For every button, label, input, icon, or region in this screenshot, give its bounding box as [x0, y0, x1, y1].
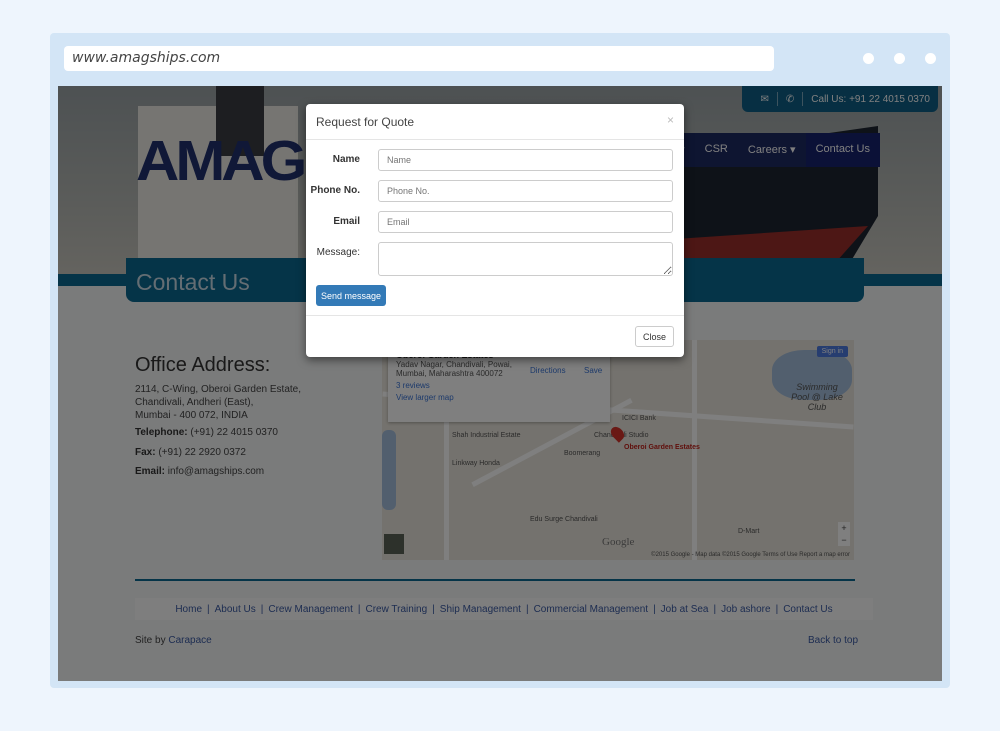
request-quote-modal: Request for Quote × Name Phone No. Email… [306, 104, 684, 357]
modal-title: Request for Quote [316, 115, 415, 129]
name-input[interactable] [378, 149, 673, 171]
window-dot-3[interactable] [925, 53, 936, 64]
email-label: Email [333, 216, 360, 227]
window-dot-2[interactable] [894, 53, 905, 64]
window-controls [863, 53, 936, 64]
modal-footer: Close [306, 315, 684, 357]
message-label: Message: [316, 247, 360, 258]
name-label: Name [332, 154, 360, 165]
phone-input[interactable] [378, 180, 673, 202]
close-icon[interactable]: × [667, 113, 674, 127]
url-bar[interactable]: www.amagships.com [64, 46, 774, 71]
name-row: Name [306, 149, 684, 171]
message-textarea[interactable] [378, 242, 673, 276]
phone-label: Phone No. [310, 185, 360, 196]
phone-row: Phone No. [306, 180, 684, 202]
modal-header: Request for Quote × [306, 104, 684, 140]
close-button[interactable]: Close [635, 326, 674, 347]
send-message-button[interactable]: Send message [316, 285, 386, 306]
email-input[interactable] [378, 211, 673, 233]
email-row: Email [306, 211, 684, 233]
page-viewport: AMAG ✉ ✆ Call Us: +91 22 4015 0370 es ▾ … [58, 86, 942, 681]
browser-window: www.amagships.com AMAG ✉ ✆ Call Us: +91 … [50, 33, 950, 688]
window-dot-1[interactable] [863, 53, 874, 64]
message-row: Message: [306, 242, 684, 276]
